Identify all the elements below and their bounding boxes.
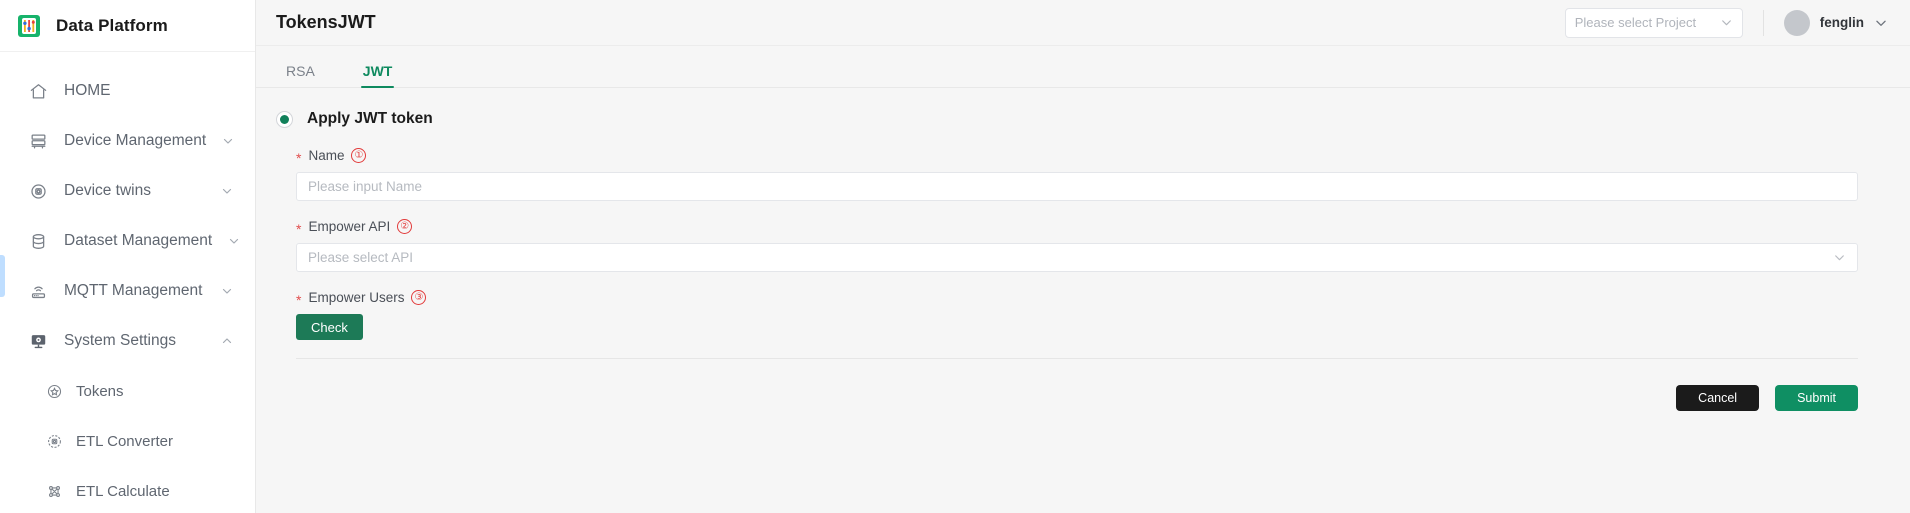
etl-converter-icon [44, 431, 64, 451]
field-label-text: Name [308, 147, 345, 163]
sidebar-item-label: Tokens [76, 382, 124, 400]
sidebar-item-label: System Settings [64, 332, 176, 349]
sidebar-item-tokens[interactable]: Tokens [0, 366, 255, 416]
sidebar-item-label: Device twins [64, 182, 151, 199]
device-twin-icon [28, 181, 48, 201]
chevron-down-icon [221, 285, 233, 297]
sidebar-item-label: ETL Calculate [76, 482, 170, 500]
field-label-name: * Name ① [296, 147, 1858, 166]
router-signal-icon [28, 281, 48, 301]
field-label-text: Empower Users [308, 289, 405, 305]
avatar-icon [1783, 9, 1810, 36]
sidebar-item-system-settings[interactable]: System Settings [0, 316, 255, 366]
tab-label: JWT [362, 63, 393, 79]
sidebar-item-dataset-management[interactable]: Dataset Management [0, 216, 255, 266]
field-name: * Name ① [296, 148, 1858, 201]
project-select[interactable]: Please select Project [1564, 7, 1743, 38]
empower-api-placeholder: Please select API [308, 250, 414, 265]
submit-button[interactable]: Submit [1775, 385, 1858, 411]
sidebar-item-label: HOME [64, 82, 111, 99]
field-label-empower-api: * Empower API ② [296, 218, 1858, 237]
annotation-badge-3: ③ [411, 290, 427, 305]
form-actions: Cancel Submit [256, 359, 1910, 411]
chevron-down-icon [1720, 16, 1733, 29]
sidebar-item-etl-converter[interactable]: ETL Converter [0, 416, 255, 466]
header-right-group: Please select Project fenglin [1564, 7, 1888, 38]
user-name: fenglin [1819, 15, 1864, 30]
radio-icon[interactable] [276, 110, 293, 128]
chevron-down-icon [1833, 251, 1846, 264]
monitor-gear-icon [28, 331, 48, 351]
sidebar-item-etl-calculate[interactable]: ETL Calculate [0, 466, 255, 513]
apply-jwt-token-label: Apply JWT token [307, 110, 433, 127]
brand-name: Data Platform [56, 15, 168, 35]
sidebar-item-device-twins[interactable]: Device twins [0, 166, 255, 216]
annotation-badge-2: ② [397, 219, 413, 234]
sidebar-item-label: ETL Converter [76, 432, 173, 450]
data-platform-logo-icon [14, 11, 44, 41]
server-rack-icon [28, 131, 48, 151]
page-title: TokensJWT [276, 12, 376, 32]
apply-jwt-token-radio-row[interactable]: Apply JWT token [256, 110, 1910, 128]
sidebar-item-label: MQTT Management [64, 282, 203, 299]
chevron-down-icon [1874, 16, 1888, 30]
sidebar: Data Platform HOME Device Management Dev… [0, 0, 256, 513]
user-menu[interactable]: fenglin [1783, 9, 1888, 36]
annotation-badge-1: ① [351, 148, 367, 163]
field-label-text: Empower API [308, 218, 391, 234]
sidebar-item-mqtt-management[interactable]: MQTT Management [0, 266, 255, 316]
chevron-down-icon [221, 185, 233, 197]
radio-selected-dot [280, 114, 289, 124]
project-select-placeholder: Please select Project [1574, 15, 1697, 30]
sidebar-item-label: Dataset Management [64, 232, 213, 249]
chevron-up-icon [221, 335, 233, 347]
field-label-empower-users: * Empower Users ③ [296, 289, 1858, 308]
tab-bar: RSA JWT [256, 46, 1910, 88]
top-header: TokensJWT Please select Project fenglin [256, 0, 1910, 46]
name-input[interactable] [296, 172, 1858, 201]
field-empower-users: * Empower Users ③ Check [296, 290, 1858, 340]
sidebar-item-label: Device Management [64, 132, 207, 149]
tab-rsa[interactable]: RSA [276, 64, 325, 87]
jwt-form: * Name ① * Empower API ② Please select A… [256, 128, 1858, 359]
home-icon [28, 81, 48, 101]
sidebar-item-home[interactable]: HOME [0, 66, 255, 116]
brand-header: Data Platform [0, 0, 255, 52]
sidebar-active-indicator [0, 255, 5, 297]
chevron-down-icon [222, 135, 234, 147]
cancel-button[interactable]: Cancel [1676, 385, 1760, 411]
etl-calculate-icon [44, 481, 64, 501]
required-asterisk: * [296, 220, 302, 237]
app-root: Data Platform HOME Device Management Dev… [0, 0, 1910, 513]
chevron-down-icon [228, 235, 240, 247]
sidebar-nav: HOME Device Management Device twins Data… [0, 52, 255, 513]
form-content: Apply JWT token * Name ① * Empower API ② [256, 88, 1910, 513]
required-asterisk: * [296, 149, 302, 166]
tab-jwt[interactable]: JWT [353, 63, 403, 88]
main-area: TokensJWT Please select Project fenglin [256, 0, 1910, 513]
check-button[interactable]: Check [296, 314, 363, 340]
header-divider [1762, 9, 1764, 36]
required-asterisk: * [296, 291, 302, 308]
tab-label: RSA [286, 63, 315, 79]
token-star-icon [44, 381, 64, 401]
empower-api-select[interactable]: Please select API [296, 243, 1858, 272]
field-empower-api: * Empower API ② Please select API [296, 219, 1858, 272]
sidebar-item-device-management[interactable]: Device Management [0, 116, 255, 166]
database-icon [28, 231, 48, 251]
